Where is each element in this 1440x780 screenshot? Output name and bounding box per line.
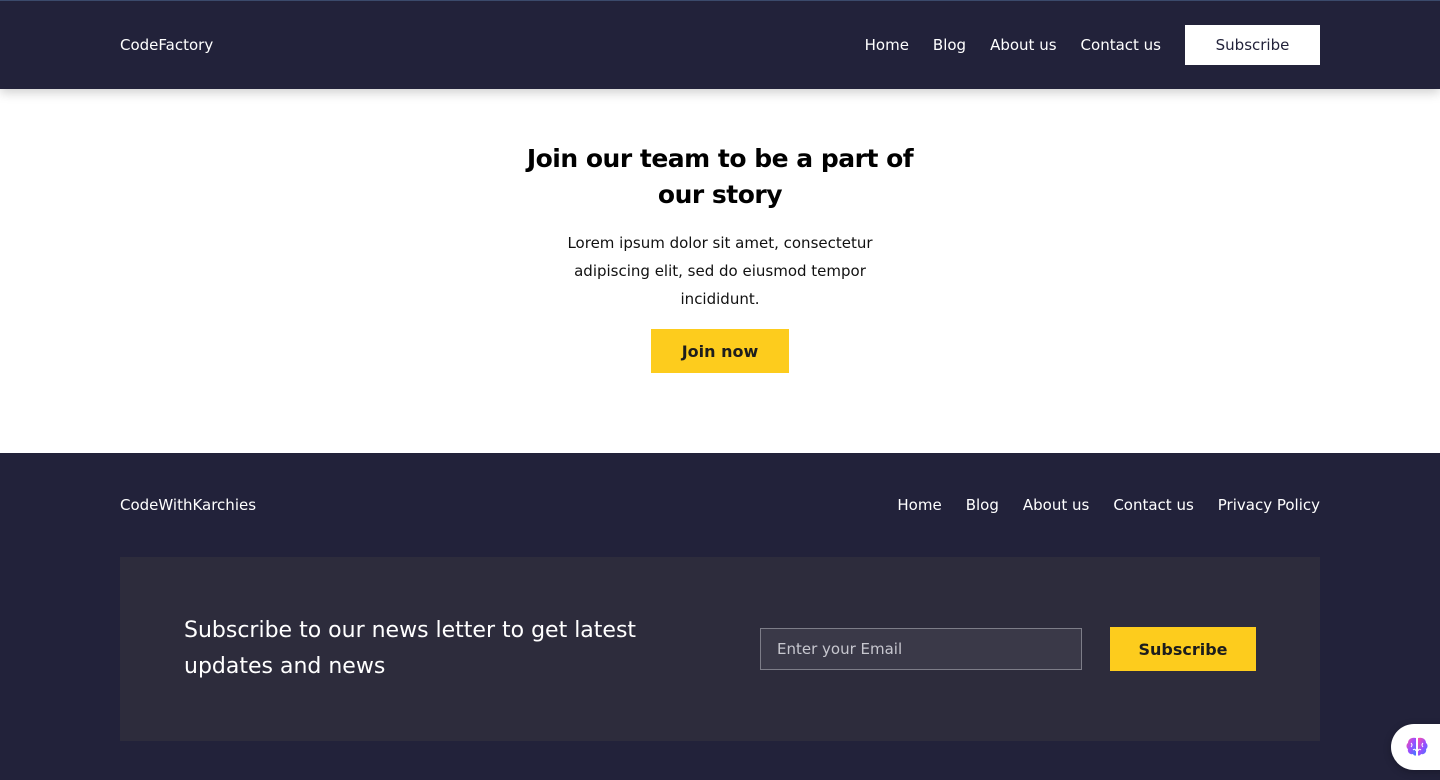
footer-link-privacy[interactable]: Privacy Policy (1218, 495, 1320, 515)
newsletter-box: Subscribe to our news letter to get late… (120, 557, 1320, 741)
join-now-button[interactable]: Join now (651, 329, 789, 373)
nav-link-blog[interactable]: Blog (933, 36, 966, 54)
footer-link-about[interactable]: About us (1023, 495, 1089, 515)
main-nav: Home Blog About us Contact us Subscribe (865, 25, 1320, 65)
assistant-widget[interactable] (1391, 724, 1440, 770)
footer-nav: Home Blog About us Contact us Privacy Po… (897, 495, 1320, 515)
footer-link-home[interactable]: Home (897, 495, 941, 515)
nav-link-contact[interactable]: Contact us (1081, 36, 1161, 54)
site-logo[interactable]: CodeFactory (120, 35, 213, 55)
hero-title: Join our team to be a part of our story (526, 144, 914, 209)
site-header: CodeFactory Home Blog About us Contact u… (0, 0, 1440, 89)
nav-link-about[interactable]: About us (990, 36, 1056, 54)
email-input[interactable] (760, 628, 1082, 670)
footer-link-contact[interactable]: Contact us (1113, 495, 1193, 515)
site-footer: CodeWithKarchies Home Blog About us Cont… (0, 453, 1440, 780)
nav-link-home[interactable]: Home (865, 36, 909, 54)
hero-description: Lorem ipsum dolor sit amet, consectetur … (567, 234, 873, 308)
header-subscribe-button[interactable]: Subscribe (1185, 25, 1320, 65)
newsletter-subscribe-button[interactable]: Subscribe (1110, 627, 1256, 671)
footer-logo[interactable]: CodeWithKarchies (120, 495, 256, 515)
footer-link-blog[interactable]: Blog (966, 495, 999, 515)
newsletter-heading: Subscribe to our news letter to get late… (184, 618, 637, 679)
hero-section: Join our team to be a part of our story … (0, 89, 1440, 453)
brain-icon (1406, 737, 1428, 756)
